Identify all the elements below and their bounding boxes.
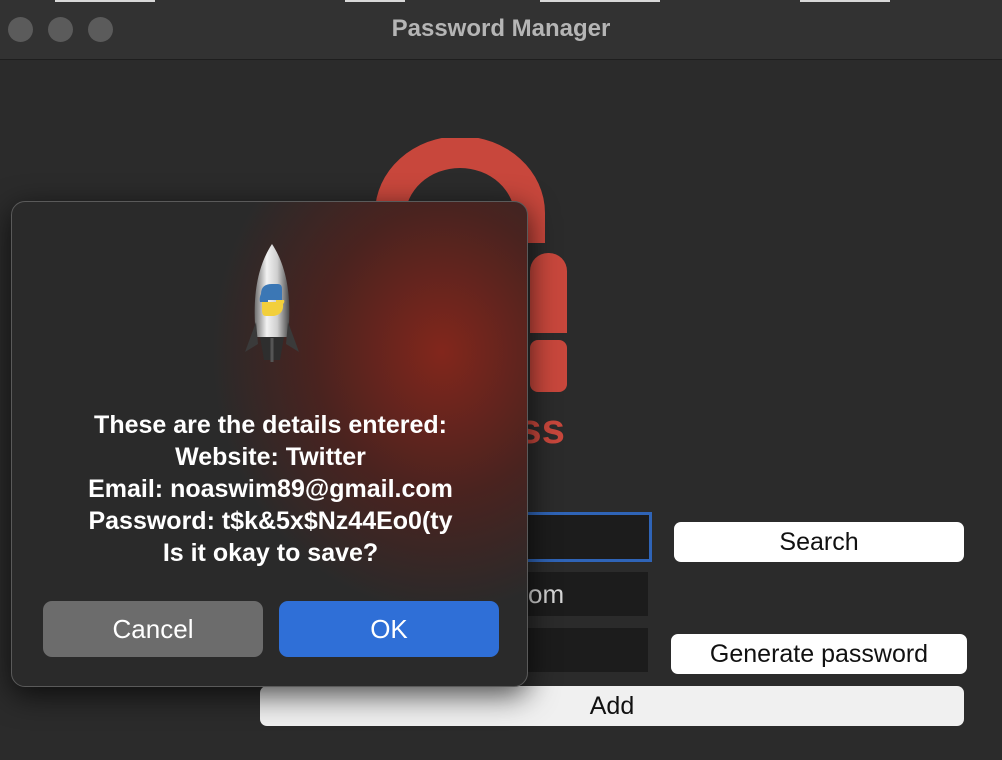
confirmation-dialog: These are the details entered: Website: …: [11, 201, 528, 687]
dialog-message-line: Website: Twitter: [175, 443, 366, 471]
python-launcher-rocket-icon: [245, 244, 299, 362]
title-bar-top-strip: [55, 0, 155, 2]
website-input[interactable]: [520, 512, 652, 562]
title-bar-top-strip: [345, 0, 405, 2]
add-button[interactable]: Add: [260, 686, 964, 726]
ok-button[interactable]: OK: [279, 601, 499, 657]
title-bar-top-strip: [800, 0, 890, 2]
dialog-message-line: These are the details entered:: [94, 411, 447, 439]
search-button[interactable]: Search: [674, 522, 964, 562]
password-input[interactable]: [520, 628, 648, 672]
title-bar-top-strip: [540, 0, 660, 2]
dialog-message-line: Is it okay to save?: [162, 539, 379, 567]
generate-password-button[interactable]: Generate password: [671, 634, 967, 674]
dialog-message-line: Password: t$k&5x$Nz44Eo0(ty: [88, 507, 453, 535]
email-input[interactable]: om: [520, 572, 648, 616]
dialog-message-line: Email: noaswim89@gmail.com: [88, 475, 453, 503]
cancel-button[interactable]: Cancel: [43, 601, 263, 657]
title-bar: Password Manager: [0, 0, 1002, 60]
window-title: Password Manager: [391, 15, 611, 42]
